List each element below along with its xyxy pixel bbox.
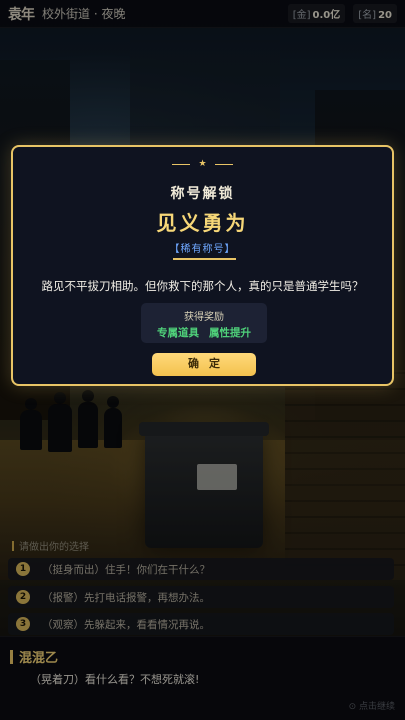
modal-heading: 称号解锁 <box>170 186 235 202</box>
reward-item: 属性提升 <box>209 327 251 339</box>
reward-panel: 获得奖励 专属道具 属性提升 <box>141 303 267 343</box>
star-icon: ★ <box>198 159 207 169</box>
unlocked-title-name: 见义勇为 <box>156 211 249 235</box>
confirm-button[interactable]: 确定 <box>152 353 256 376</box>
title-unlock-modal: ★ 称号解锁 见义勇为 【稀有称号】 路见不平拔刀相助。但你救下的那个人，真的只… <box>11 145 394 386</box>
reward-list: 专属道具 属性提升 <box>141 325 267 340</box>
title-divider <box>173 258 236 260</box>
title-description: 路见不平拔刀相助。但你救下的那个人，真的只是普通学生吗？ <box>41 279 364 293</box>
modal-ornament: ★ <box>13 159 392 169</box>
reward-item: 专属道具 <box>157 327 199 339</box>
reward-heading: 获得奖励 <box>184 312 224 323</box>
rarity-label: 【稀有称号】 <box>169 244 236 255</box>
